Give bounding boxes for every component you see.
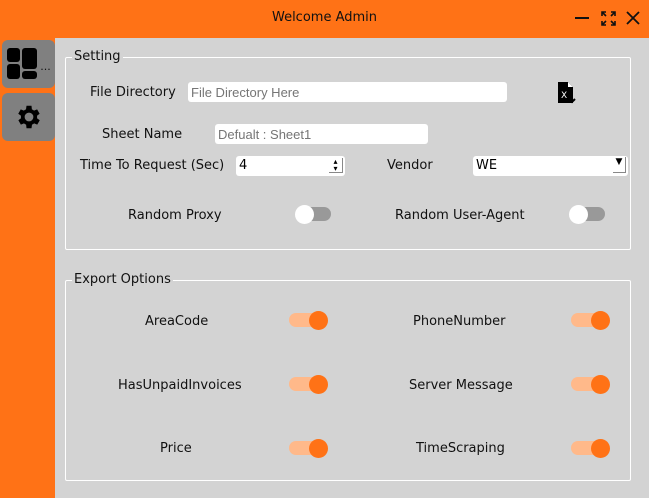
server-message-label: Server Message xyxy=(409,378,513,393)
sidebar-item-settings[interactable] xyxy=(2,93,55,141)
timescraping-label: TimeScraping xyxy=(416,441,505,456)
phonenumber-toggle[interactable] xyxy=(571,311,610,330)
excel-file-download-icon: X xyxy=(558,82,576,104)
random-proxy-label: Random Proxy xyxy=(128,208,222,223)
export-options-title: Export Options xyxy=(72,272,173,287)
chevron-down-icon: ▼ xyxy=(613,157,626,173)
maximize-button[interactable] xyxy=(599,9,617,27)
gear-icon xyxy=(17,105,40,129)
price-toggle[interactable] xyxy=(289,439,328,458)
title-bar: Welcome Admin xyxy=(0,0,649,38)
random-user-agent-label: Random User-Agent xyxy=(395,208,525,223)
hasunpaidinvoices-toggle[interactable] xyxy=(289,375,328,394)
svg-text:X: X xyxy=(561,91,567,101)
file-directory-label: File Directory xyxy=(90,85,176,100)
close-icon xyxy=(626,11,640,25)
server-message-toggle[interactable] xyxy=(571,375,610,394)
time-to-request-label: Time To Request (Sec) xyxy=(80,158,225,173)
setting-group-title: Setting xyxy=(72,49,123,64)
file-directory-input[interactable] xyxy=(188,82,507,102)
areacode-label: AreaCode xyxy=(145,314,209,329)
sidebar: ... xyxy=(0,38,55,498)
vendor-value: WE xyxy=(476,158,498,173)
time-to-request-value: 4 xyxy=(239,158,248,173)
hasunpaidinvoices-label: HasUnpaidInvoices xyxy=(118,378,242,393)
vendor-label: Vendor xyxy=(387,158,433,173)
window-title: Welcome Admin xyxy=(271,10,378,25)
expand-icon xyxy=(600,10,616,26)
spin-arrows-icon[interactable]: ▴ ▾ xyxy=(329,158,343,173)
time-to-request-spinbox[interactable]: 4 ▴ ▾ xyxy=(236,156,345,176)
sidebar-item-label: ... xyxy=(40,59,51,73)
minimize-icon xyxy=(575,17,589,19)
sheet-name-input[interactable] xyxy=(215,124,428,144)
random-proxy-toggle[interactable] xyxy=(295,205,331,224)
minimize-button[interactable] xyxy=(573,9,591,27)
browse-excel-button[interactable]: X xyxy=(557,81,579,109)
random-user-agent-toggle[interactable] xyxy=(569,205,605,224)
sheet-name-label: Sheet Name xyxy=(102,127,183,142)
vendor-select[interactable]: WE ▼ xyxy=(473,156,628,176)
sidebar-item-dashboard[interactable]: ... xyxy=(2,40,55,88)
phonenumber-label: PhoneNumber xyxy=(413,314,506,329)
timescraping-toggle[interactable] xyxy=(571,439,610,458)
price-label: Price xyxy=(160,441,192,456)
close-button[interactable] xyxy=(624,9,642,27)
dashboard-icon xyxy=(7,48,38,79)
areacode-toggle[interactable] xyxy=(289,311,328,330)
